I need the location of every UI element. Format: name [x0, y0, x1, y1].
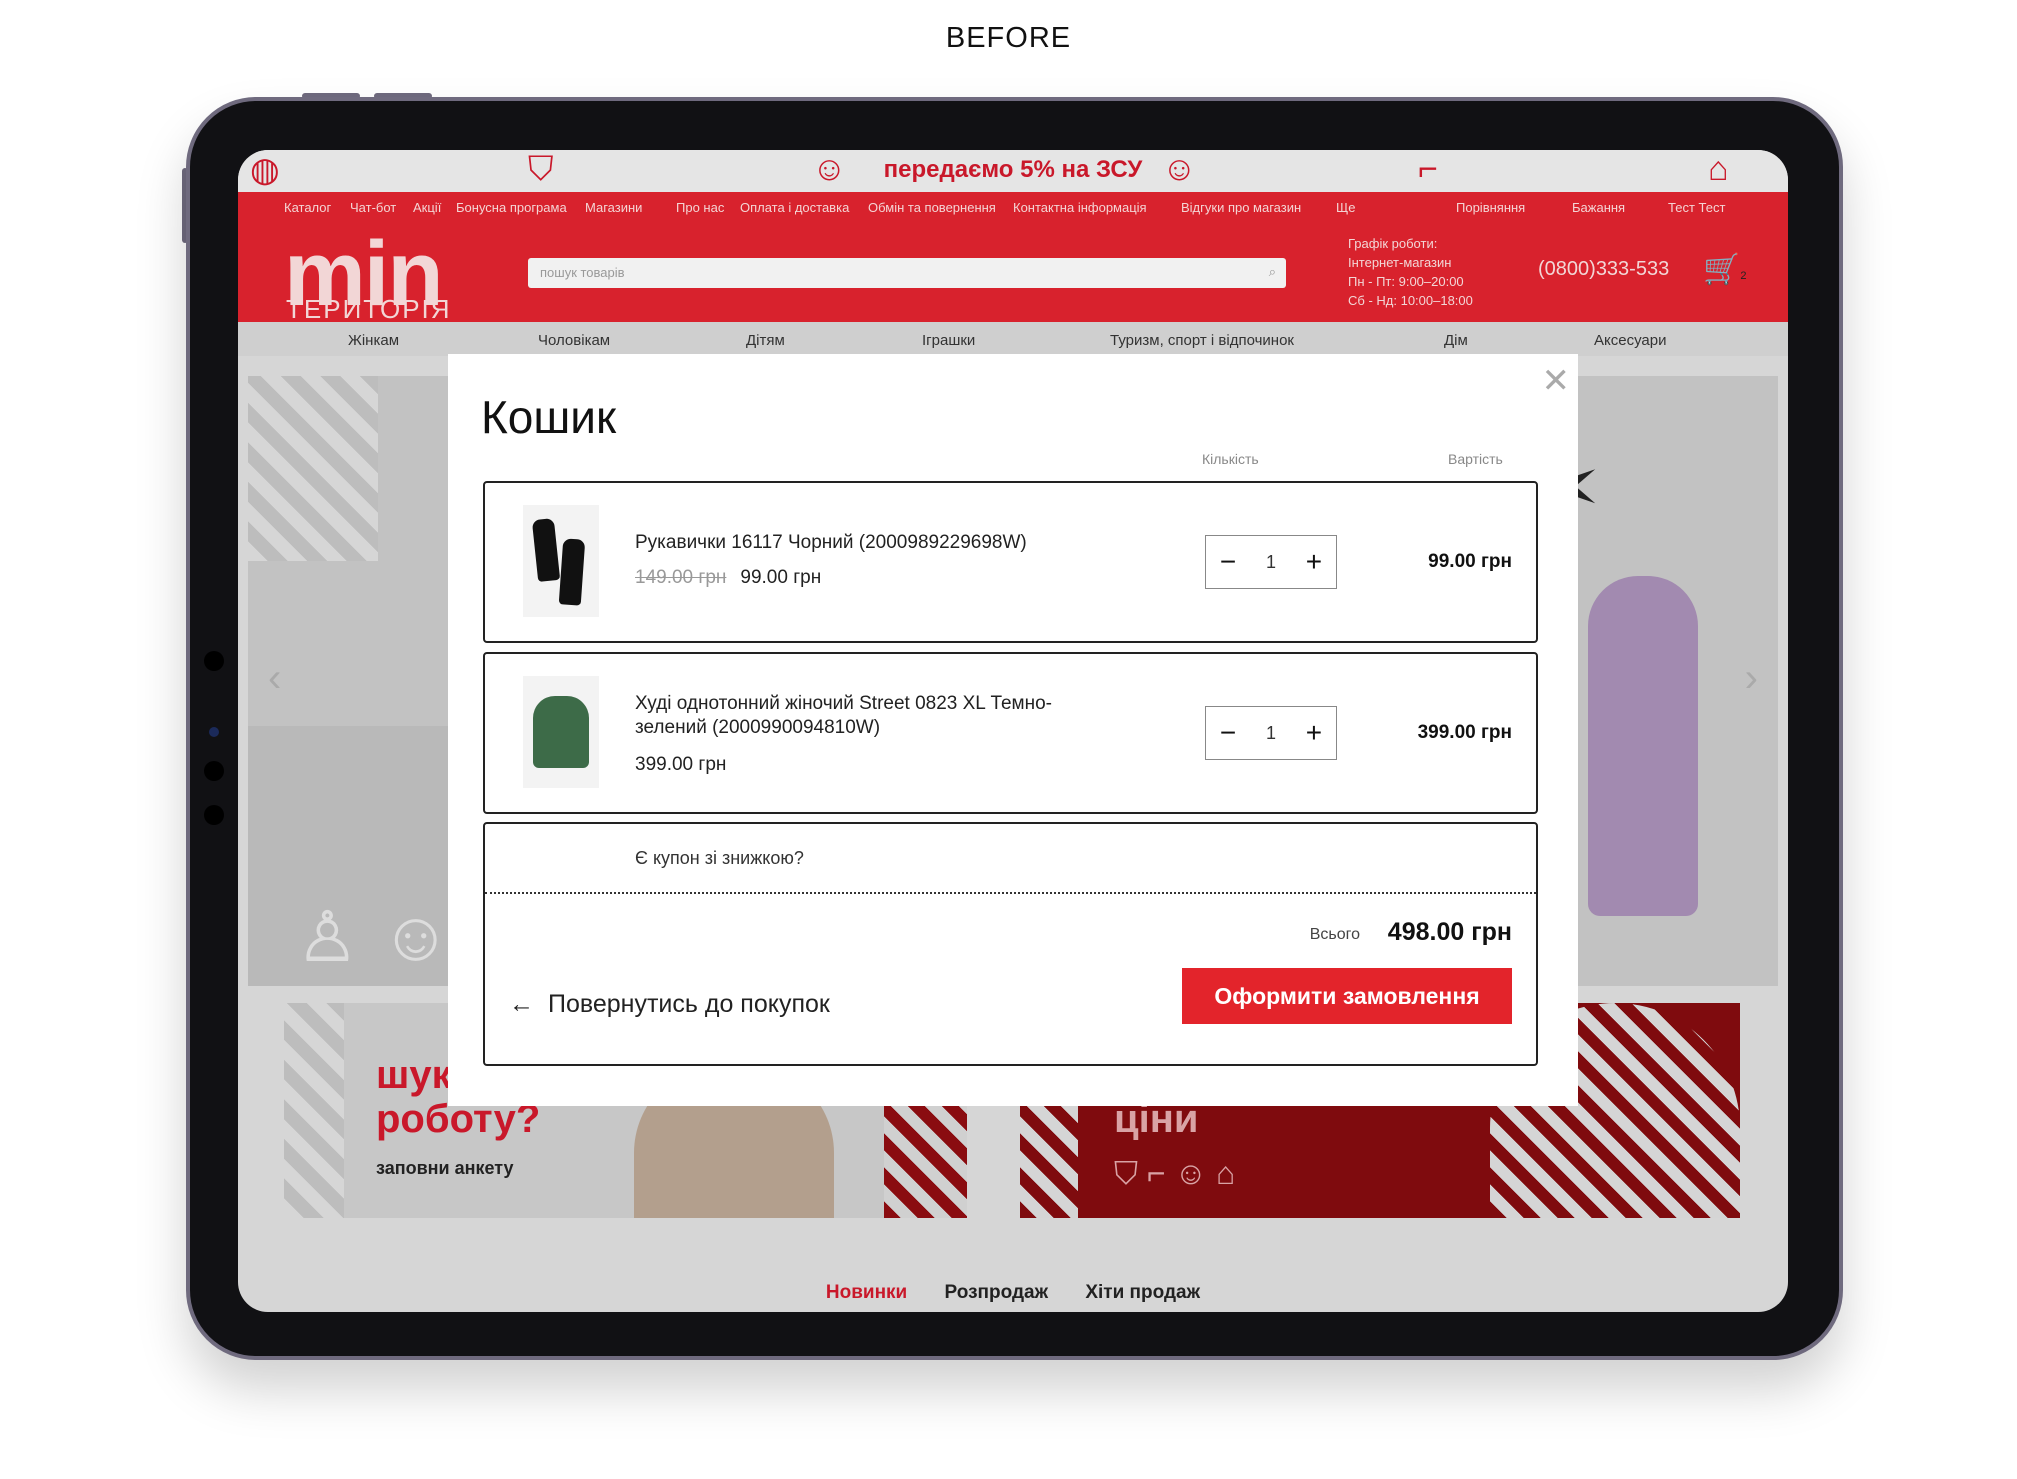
schedule-title: Графік роботи:: [1348, 236, 1438, 251]
category-women[interactable]: Жінкам: [348, 332, 399, 349]
product-tabs: Новинки Розпродаж Хіти продаж: [238, 1282, 1788, 1304]
product-price: 399.00 грн: [635, 754, 726, 776]
category-kids[interactable]: Дітям: [746, 332, 785, 349]
search-placeholder: пошук товарів: [540, 265, 625, 280]
total-value: 498.00 грн: [1387, 918, 1512, 946]
promo-bar: ◍ ⛉ ☺ передаємо 5% на ЗСУ ☺ ⌐ ⌂: [238, 150, 1788, 192]
nav-link-reviews[interactable]: Відгуки про магазин: [1181, 200, 1301, 215]
nav-link-bonus[interactable]: Бонусна програма: [456, 200, 567, 215]
product-thumbnail[interactable]: [523, 505, 599, 617]
coupon-section[interactable]: Є купон зі знижкою?: [485, 824, 1536, 894]
product-icons: ⛉ ⌐ ☺ ⌂: [1114, 1155, 1236, 1191]
item-total: 99.00 грн: [1428, 551, 1512, 572]
decrease-button[interactable]: −: [1216, 546, 1240, 578]
dress-icon: ♙: [296, 898, 359, 976]
category-toys[interactable]: Іграшки: [922, 332, 975, 349]
hoodie-image: [533, 696, 589, 768]
shoe-icon: ⌐: [1418, 150, 1438, 188]
banner-jobs-subtitle: заповни анкету: [376, 1158, 514, 1178]
quantity-stepper: − 1 +: [1205, 706, 1337, 760]
cart-modal: ✕ Кошик Кількість Вартість Рукавички 161…: [448, 354, 1578, 1106]
camera-lens: [209, 727, 219, 737]
promo-text: передаємо 5% на ЗСУ: [883, 156, 1143, 183]
account-menu[interactable]: Тест Тест: [1668, 200, 1725, 215]
increase-button[interactable]: +: [1302, 546, 1326, 578]
increase-button[interactable]: +: [1302, 717, 1326, 749]
cart-item: Худі однотонний жіночий Street 0823 XL Т…: [483, 652, 1538, 814]
cart-icon[interactable]: 🛒2: [1703, 252, 1746, 287]
cart-count: 2: [1740, 270, 1747, 282]
current-price: 99.00 грн: [740, 567, 822, 588]
column-quantity: Кількість: [1202, 451, 1259, 467]
camera-dot: [204, 761, 224, 781]
smile-icon: ☺: [380, 897, 452, 975]
hero-model: [1588, 576, 1698, 916]
nav-link-about[interactable]: Про нас: [676, 200, 724, 215]
category-nav: Жінкам Чоловікам Дітям Іграшки Туризм, с…: [238, 322, 1788, 356]
close-icon[interactable]: ✕: [1542, 364, 1571, 398]
banner-pattern: [284, 1003, 344, 1218]
decrease-button[interactable]: −: [1216, 717, 1240, 749]
category-men[interactable]: Чоловікам: [538, 332, 610, 349]
house-icon: ⌂: [1708, 150, 1729, 188]
camera-dot: [204, 805, 224, 825]
coupon-link[interactable]: Є купон зі знижкою?: [635, 848, 804, 869]
nav-link-payment[interactable]: Оплата і доставка: [740, 200, 849, 215]
product-name[interactable]: Худі однотонний жіночий Street 0823 XL Т…: [635, 692, 1105, 740]
quantity-value[interactable]: 1: [1266, 723, 1276, 744]
nav-link-stores[interactable]: Магазини: [585, 200, 642, 215]
category-home[interactable]: Дім: [1444, 332, 1468, 349]
slider-next-icon[interactable]: ›: [1745, 656, 1758, 701]
arrow-left-icon: ←: [509, 990, 534, 1018]
product-price: 149.00 грн 99.00 грн: [635, 567, 821, 589]
tab-bestsellers[interactable]: Хіти продаж: [1085, 1282, 1200, 1303]
quantity-stepper: − 1 +: [1205, 535, 1337, 589]
logo-subtitle: ТЕРИТОРІЯ: [286, 294, 452, 324]
back-label: Повернутись до покупок: [548, 990, 830, 1018]
gloves-image: [558, 538, 586, 606]
product-name[interactable]: Рукавички 16117 Чорний (2000989229698W): [635, 531, 1105, 555]
nav-link-more[interactable]: Ще: [1336, 200, 1355, 215]
wishlist-link[interactable]: Бажання: [1572, 200, 1625, 215]
hero-pattern: [248, 376, 378, 561]
search-input[interactable]: пошук товарів ⌕: [528, 258, 1286, 288]
schedule-weekend: Сб - Нд: 10:00–18:00: [1348, 293, 1473, 308]
compare-link[interactable]: Порівняння: [1456, 200, 1525, 215]
cart-item: Рукавички 16117 Чорний (2000989229698W) …: [483, 481, 1538, 643]
schedule-weekdays: Пн - Пт: 9:00–20:00: [1348, 274, 1464, 289]
checkout-button[interactable]: Оформити замовлення: [1182, 968, 1512, 1024]
nav-link-returns[interactable]: Обмін та повернення: [868, 200, 996, 215]
back-to-shopping-link[interactable]: ← Повернутись до покупок: [509, 990, 830, 1019]
old-price: 149.00 грн: [635, 567, 727, 588]
smile-icon: ☺: [1162, 150, 1197, 188]
schedule-shop: Інтернет-магазин: [1348, 255, 1452, 270]
total-label: Всього: [1309, 926, 1360, 943]
top-nav: Каталог Чат-бот Акції Бонусна програма М…: [238, 192, 1788, 222]
nav-link-promos[interactable]: Акції: [413, 200, 441, 215]
camera-dot: [204, 651, 224, 671]
product-thumbnail[interactable]: [523, 676, 599, 788]
caption: BEFORE: [945, 22, 1072, 54]
slider-prev-icon[interactable]: ‹: [268, 656, 281, 701]
cart-summary: Є купон зі знижкою? Всього 498.00 грн ← П…: [483, 822, 1538, 1066]
current-price: 399.00 грн: [635, 754, 727, 775]
schedule: Графік роботи: Інтернет-магазин Пн - Пт:…: [1348, 234, 1473, 310]
column-price: Вартість: [1448, 451, 1503, 467]
tab-sale[interactable]: Розпродаж: [945, 1282, 1049, 1303]
phone-number[interactable]: (0800)333-533: [1538, 258, 1669, 281]
site-header: min ТЕРИТОРІЯ пошук товарів ⌕ Графік роб…: [238, 222, 1788, 325]
nav-link-catalog[interactable]: Каталог: [284, 200, 331, 215]
quantity-value[interactable]: 1: [1266, 552, 1276, 573]
search-icon[interactable]: ⌕: [1269, 264, 1276, 280]
banner-jobs-title: шук: [376, 1053, 452, 1097]
nav-link-chatbot[interactable]: Чат-бот: [350, 200, 396, 215]
category-tourism[interactable]: Туризм, спорт і відпочинок: [1110, 332, 1294, 349]
cart-title: Кошик: [481, 391, 617, 443]
gloves-image: [531, 518, 561, 582]
tab-new[interactable]: Новинки: [826, 1282, 907, 1303]
item-total: 399.00 грн: [1417, 722, 1512, 743]
nav-link-contacts[interactable]: Контактна інформація: [1013, 200, 1147, 215]
category-accessories[interactable]: Аксесуари: [1594, 332, 1666, 349]
